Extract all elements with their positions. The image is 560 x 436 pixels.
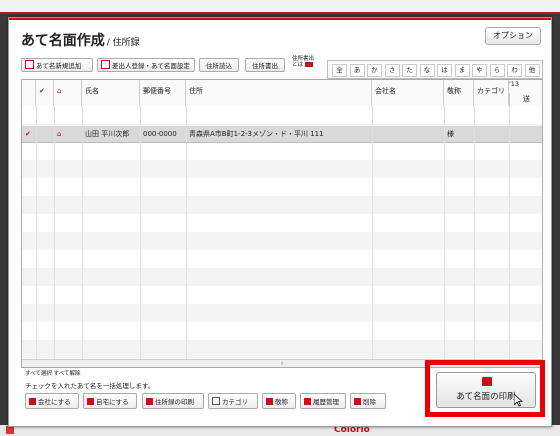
empty-row: [22, 214, 542, 232]
kana-filter-button[interactable]: 全: [332, 64, 347, 77]
col-company[interactable]: 会社名: [372, 80, 444, 106]
folder-icon: [212, 397, 220, 405]
empty-row: [22, 178, 542, 196]
kana-filter-button[interactable]: た: [402, 64, 417, 77]
kana-filter-button[interactable]: ら: [489, 64, 505, 77]
add-card-icon: [25, 60, 34, 69]
row-company: [372, 126, 444, 142]
category-label: カテゴリ: [222, 398, 248, 406]
deselect-all-link[interactable]: すべて解除: [54, 371, 81, 377]
dialog-title-text: あて名面作成: [21, 33, 105, 49]
empty-row: [22, 142, 542, 160]
set-home-label: 自宅にする: [96, 398, 129, 406]
col-address[interactable]: 住所: [186, 80, 372, 106]
export-help-line2: とは: [292, 62, 304, 68]
empty-row: [22, 340, 542, 358]
col-sent[interactable]: 送: [509, 93, 542, 106]
sender-settings-button[interactable]: 差出人登録・あて名面設定: [97, 58, 195, 72]
kana-filter-button[interactable]: な: [419, 64, 435, 77]
honorific-label: 敬称: [275, 398, 288, 406]
house-icon: ⌂: [57, 87, 62, 95]
kana-filter-button[interactable]: 他: [524, 64, 540, 77]
kana-filter-button[interactable]: わ: [507, 64, 522, 77]
empty-row: [22, 286, 542, 304]
empty-row: [22, 106, 542, 124]
delete-label: 削除: [363, 398, 376, 406]
delete-button[interactable]: 削除: [350, 393, 386, 409]
history-icon: [304, 398, 311, 405]
history-button[interactable]: 履歴管理: [300, 393, 346, 409]
building-icon: [29, 398, 36, 405]
honorific-icon: [266, 398, 273, 405]
header-accent-line: [0, 12, 560, 14]
col-sent-mark[interactable]: ✔: [36, 80, 54, 106]
sender-card-icon: [101, 60, 110, 69]
print-address-book-label: 住所録の印刷: [155, 398, 194, 406]
kana-filter-button[interactable]: あ: [349, 64, 365, 77]
history-label: 履歴管理: [313, 398, 339, 406]
table-header: ✔ ⌂ 氏名 郵便番号 住所 会社名 敬称 カテゴリ '13 送: [22, 80, 542, 107]
dialog-title: あて名面作成 / 住所録: [21, 30, 140, 50]
select-all-link[interactable]: すべて選択: [25, 371, 52, 377]
empty-row: [22, 322, 542, 340]
dialog-subtitle: / 住所録: [106, 38, 140, 48]
sender-settings-label: 差出人登録・あて名面設定: [112, 62, 190, 70]
print-address-book-button[interactable]: 住所録の印刷: [142, 393, 204, 409]
empty-row: [22, 196, 542, 214]
new-address-button[interactable]: あて名新規追加: [21, 58, 93, 72]
set-company-label: 会社にする: [38, 398, 71, 406]
category-button[interactable]: カテゴリ: [208, 393, 258, 409]
col-name[interactable]: 氏名: [82, 80, 140, 106]
house-icon: [87, 398, 94, 405]
set-company-button[interactable]: 会社にする: [25, 393, 79, 409]
kana-filter-button[interactable]: は: [437, 64, 452, 77]
export-button[interactable]: 住所書出: [245, 58, 285, 72]
row-category: [474, 126, 509, 142]
background-app-header: [0, 0, 560, 14]
export-help-link[interactable]: 住所書出 とは: [292, 56, 314, 68]
printer-icon: [146, 398, 153, 405]
kana-filter-button[interactable]: か: [367, 64, 382, 77]
row-home-icon: ⌂: [57, 130, 62, 138]
trash-icon: [354, 398, 361, 405]
honorific-button[interactable]: 敬称: [262, 393, 296, 409]
kana-filter-button[interactable]: ま: [454, 64, 470, 77]
import-button[interactable]: 住所読込: [199, 58, 239, 72]
kana-filter-button[interactable]: や: [472, 64, 487, 77]
address-table: ✔ ⌂ 氏名 郵便番号 住所 会社名 敬称 カテゴリ '13 送 ✔ ⌂ 山田 …: [21, 79, 543, 368]
col-select[interactable]: [22, 80, 36, 106]
kana-index-bar: 全あかさたなはまやらわ他: [327, 60, 543, 79]
mouse-cursor-icon: [513, 393, 524, 409]
empty-row: [22, 160, 542, 178]
kana-filter-button[interactable]: さ: [384, 64, 400, 77]
bg-icon: [6, 426, 14, 434]
select-links: すべて選択 すべて解除: [25, 369, 81, 377]
row-name: 山田 平川次郎: [85, 130, 130, 138]
printer-icon: [482, 377, 492, 386]
set-home-button[interactable]: 自宅にする: [83, 393, 137, 409]
empty-row: [22, 304, 542, 322]
row-honorific: 様: [447, 130, 454, 138]
table-row[interactable]: ✔ ⌂ 山田 平川次郎 000-0000 青森県A市B町1-2-3メゾン・ド・平…: [22, 126, 542, 143]
new-address-label: あて名新規追加: [36, 62, 82, 70]
row-checkbox[interactable]: ✔: [22, 126, 36, 142]
col-honorific[interactable]: 敬称: [444, 80, 474, 106]
col-zip[interactable]: 郵便番号: [140, 80, 186, 106]
options-button[interactable]: オプション: [485, 27, 541, 45]
dialog-accent-line: [9, 18, 551, 20]
row-zip: 000-0000: [143, 130, 177, 138]
empty-row: [22, 232, 542, 250]
empty-row: [22, 268, 542, 286]
col-category[interactable]: カテゴリ: [474, 80, 509, 106]
col-home-icon[interactable]: ⌂: [54, 80, 82, 106]
empty-row: [22, 250, 542, 268]
batch-info-text: チェックを入れたあて名を一括処理します。: [25, 382, 155, 390]
help-icon: [304, 62, 313, 67]
col-year: '13: [509, 80, 520, 88]
row-address: 青森県A市B町1-2-3メゾン・ド・平川 111: [189, 130, 324, 138]
